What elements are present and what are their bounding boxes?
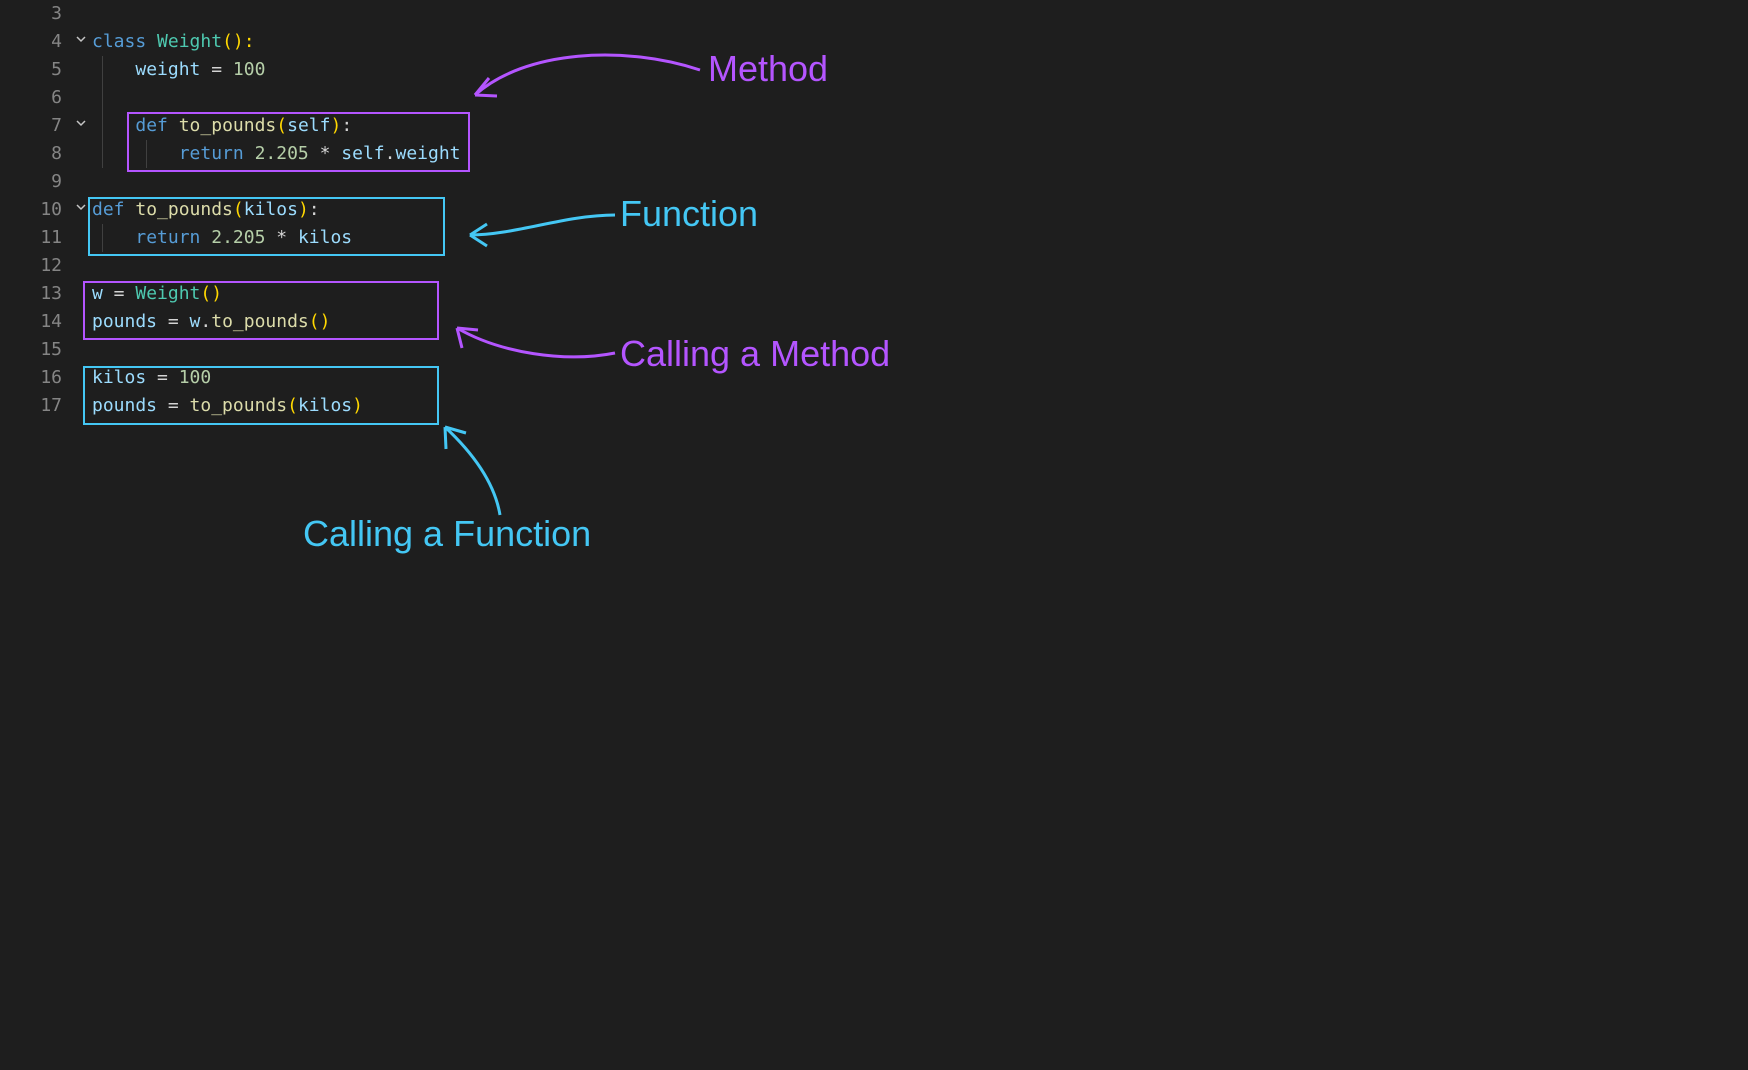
fold-chevron-icon[interactable] <box>70 28 92 56</box>
code-content[interactable]: return 2.205 * self.weight <box>92 140 1748 168</box>
fold-spacer <box>70 336 92 364</box>
code-content[interactable]: w = Weight() <box>92 280 1748 308</box>
code-content[interactable] <box>92 84 1748 112</box>
line-number: 3 <box>0 0 70 28</box>
label-call-method: Calling a Method <box>620 333 890 375</box>
fold-spacer <box>70 0 92 28</box>
line-number: 4 <box>0 28 70 56</box>
line-number: 10 <box>0 196 70 224</box>
code-content[interactable]: def to_pounds(self): <box>92 112 1748 140</box>
line-number: 5 <box>0 56 70 84</box>
code-line-3: 3 <box>0 0 1748 28</box>
fold-spacer <box>70 364 92 392</box>
code-line-14: 14 pounds = w.to_pounds() <box>0 308 1748 336</box>
code-content[interactable] <box>92 168 1748 196</box>
line-number: 17 <box>0 392 70 420</box>
code-line-17: 17 pounds = to_pounds(kilos) <box>0 392 1748 420</box>
line-number: 8 <box>0 140 70 168</box>
label-method: Method <box>708 48 828 90</box>
fold-chevron-icon[interactable] <box>70 112 92 140</box>
line-number: 6 <box>0 84 70 112</box>
fold-spacer <box>70 224 92 252</box>
fold-spacer <box>70 252 92 280</box>
line-number: 11 <box>0 224 70 252</box>
code-line-13: 13 w = Weight() <box>0 280 1748 308</box>
fold-spacer <box>70 56 92 84</box>
code-line-5: 5 weight = 100 <box>0 56 1748 84</box>
code-content[interactable] <box>92 0 1748 28</box>
code-line-11: 11 return 2.205 * kilos <box>0 224 1748 252</box>
code-line-9: 9 <box>0 168 1748 196</box>
fold-spacer <box>70 168 92 196</box>
code-content[interactable]: class Weight(): <box>92 28 1748 56</box>
fold-spacer <box>70 84 92 112</box>
fold-spacer <box>70 308 92 336</box>
line-number: 16 <box>0 364 70 392</box>
code-content[interactable]: pounds = to_pounds(kilos) <box>92 392 1748 420</box>
label-function: Function <box>620 193 758 235</box>
arrow-call-function <box>430 415 550 525</box>
line-number: 12 <box>0 252 70 280</box>
line-number: 9 <box>0 168 70 196</box>
code-content[interactable] <box>92 336 1748 364</box>
code-line-6: 6 <box>0 84 1748 112</box>
code-line-10: 10 def to_pounds(kilos): <box>0 196 1748 224</box>
line-number: 14 <box>0 308 70 336</box>
fold-spacer <box>70 392 92 420</box>
code-line-4: 4 class Weight(): <box>0 28 1748 56</box>
code-line-12: 12 <box>0 252 1748 280</box>
fold-spacer <box>70 280 92 308</box>
code-content[interactable]: weight = 100 <box>92 56 1748 84</box>
code-content[interactable]: return 2.205 * kilos <box>92 224 1748 252</box>
label-call-function: Calling a Function <box>303 513 591 555</box>
line-number: 15 <box>0 336 70 364</box>
code-content[interactable]: pounds = w.to_pounds() <box>92 308 1748 336</box>
code-content[interactable] <box>92 252 1748 280</box>
line-number: 7 <box>0 112 70 140</box>
code-line-8: 8 return 2.205 * self.weight <box>0 140 1748 168</box>
fold-spacer <box>70 140 92 168</box>
code-line-7: 7 def to_pounds(self): <box>0 112 1748 140</box>
code-content[interactable]: kilos = 100 <box>92 364 1748 392</box>
code-content[interactable]: def to_pounds(kilos): <box>92 196 1748 224</box>
line-number: 13 <box>0 280 70 308</box>
fold-chevron-icon[interactable] <box>70 196 92 224</box>
